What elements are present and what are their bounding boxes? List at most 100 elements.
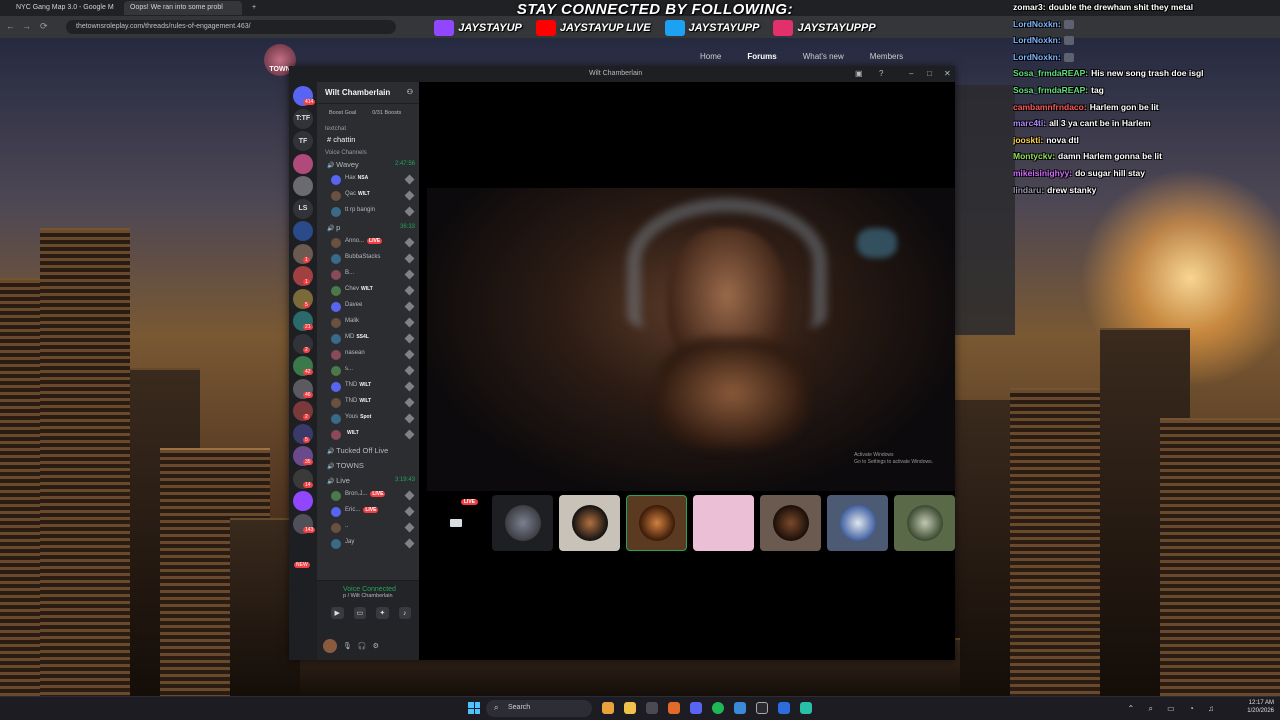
- voice-user[interactable]: nasean: [317, 347, 419, 363]
- app-icon[interactable]: [668, 702, 680, 714]
- address-bar[interactable]: thetownsroleplay.com/threads/rules-of-en…: [66, 20, 396, 34]
- server-icon[interactable]: [293, 491, 313, 511]
- add-member-icon[interactable]: ⚇: [407, 88, 413, 96]
- activities-icon[interactable]: ✦: [376, 607, 389, 619]
- chat-username[interactable]: mikeisinighyy:: [1013, 168, 1072, 178]
- chat-username[interactable]: Montyckv:: [1013, 151, 1055, 161]
- voice-user[interactable]: MD SS4L: [317, 331, 419, 347]
- clock[interactable]: 12:17 AM 1/20/2026: [1247, 699, 1274, 716]
- obs-icon[interactable]: [756, 702, 768, 714]
- voice-channel[interactable]: 🔊 p 36:33: [317, 220, 419, 235]
- server-icon[interactable]: [293, 176, 313, 196]
- voice-channel[interactable]: 🔊 TOWNS: [317, 458, 419, 473]
- voice-user[interactable]: tt rp bangin: [317, 204, 419, 220]
- participant-tile[interactable]: [559, 495, 620, 551]
- new-tab-button[interactable]: +: [246, 1, 258, 15]
- soundboard-icon[interactable]: ♪: [398, 607, 411, 619]
- voice-user[interactable]: Yous Spot: [317, 411, 419, 427]
- chat-username[interactable]: lindaru:: [1013, 185, 1044, 195]
- chat-username[interactable]: jooskti:: [1013, 135, 1043, 145]
- start-button[interactable]: [468, 702, 480, 714]
- voice-user[interactable]: B...: [317, 267, 419, 283]
- photos-icon[interactable]: [734, 702, 746, 714]
- unread-badge: 2: [303, 346, 310, 353]
- stream-video[interactable]: Activate Windows Go to Settings to activ…: [427, 188, 955, 491]
- server-icon[interactable]: LS: [293, 198, 313, 219]
- server-icon[interactable]: [293, 153, 313, 174]
- browser-tab-active[interactable]: Oops! We ran into some probl: [124, 1, 242, 15]
- voice-status[interactable]: Voice Connected: [317, 581, 419, 593]
- chat-username[interactable]: Sosa_frmdaREAP:: [1013, 68, 1088, 78]
- voice-user[interactable]: TND WILT: [317, 379, 419, 395]
- app-icon[interactable]: [800, 702, 812, 714]
- voice-channel[interactable]: 🔊 Wavey 2:47:56: [317, 157, 419, 172]
- participant-tile-screen[interactable]: LIVE: [425, 495, 486, 551]
- voice-channel[interactable]: 🔊 Live 3:19:43: [317, 473, 419, 488]
- server-icon[interactable]: T:TF: [293, 108, 313, 129]
- spotify-icon[interactable]: [712, 702, 724, 714]
- text-channel-chattin[interactable]: # chattin: [317, 133, 419, 146]
- chat-username[interactable]: LordNoxkn:: [1013, 35, 1061, 45]
- voice-user[interactable]: Eric... LIVE: [317, 504, 419, 520]
- voice-user[interactable]: s...: [317, 363, 419, 379]
- category-voice[interactable]: Voice Channels: [317, 146, 419, 157]
- voice-channel[interactable]: 🔊 Tucked Off Live: [317, 443, 419, 458]
- camera-icon[interactable]: ▶: [331, 607, 344, 619]
- status-icon: [404, 413, 415, 424]
- discord-icon[interactable]: [690, 702, 702, 714]
- voice-user[interactable]: Malik: [317, 315, 419, 331]
- boost-progress[interactable]: Boost Goal 0/31 Boosts: [317, 104, 419, 122]
- back-icon[interactable]: ←: [6, 21, 15, 31]
- minimize-icon[interactable]: –: [909, 69, 913, 78]
- participant-tile[interactable]: [894, 495, 955, 551]
- voice-user[interactable]: Bron.J... LIVE: [317, 488, 419, 504]
- voice-user[interactable]: Chev WILT: [317, 283, 419, 299]
- voice-user[interactable]: BubbaStacks: [317, 251, 419, 267]
- server-icon[interactable]: TF: [293, 131, 313, 151]
- participant-tile-speaking[interactable]: [626, 495, 687, 551]
- server-icon[interactable]: [293, 221, 313, 241]
- participant-tile[interactable]: [760, 495, 821, 551]
- chat-text: His new song trash doe isgl: [1091, 68, 1204, 79]
- system-tray[interactable]: ⌃ ⌕ ▭ ◔ ♫: [1128, 704, 1220, 714]
- chat-username[interactable]: LordNoxkn:: [1013, 52, 1061, 62]
- voice-user[interactable]: Anno... LIVE: [317, 235, 419, 251]
- participant-tile[interactable]: [693, 495, 754, 551]
- chrome-icon[interactable]: [602, 702, 614, 714]
- file-explorer-icon[interactable]: [624, 702, 636, 714]
- chat-username[interactable]: zomar3:: [1013, 2, 1046, 12]
- taskbar-search[interactable]: ⌕ Search: [486, 700, 592, 717]
- reload-icon[interactable]: ⟳: [40, 21, 48, 32]
- voice-user[interactable]: ..: [317, 520, 419, 536]
- voice-user[interactable]: Hax NSA: [317, 172, 419, 188]
- forward-icon[interactable]: →: [22, 21, 31, 31]
- chat-username[interactable]: cambamnfrndaco:: [1013, 102, 1087, 112]
- category-textchat[interactable]: textchat: [317, 122, 419, 133]
- terminal-icon[interactable]: [646, 702, 658, 714]
- browser-tab[interactable]: NYC Gang Map 3.0 - Google M: [10, 1, 120, 15]
- maximize-icon[interactable]: □: [927, 69, 932, 78]
- discord-window: Wilt Chamberlain ▣ ? – □ ✕ 414 T:TF TF LS 1 1…: [289, 66, 955, 660]
- social-handle-text: JAYSTAYUPPP: [797, 22, 876, 34]
- voice-user-name: Qac: [345, 191, 357, 197]
- voice-user[interactable]: Davee: [317, 299, 419, 315]
- voice-user[interactable]: TND WILT: [317, 395, 419, 411]
- chat-username[interactable]: Sosa_frmdaREAP:: [1013, 85, 1088, 95]
- participant-tile[interactable]: [492, 495, 553, 551]
- headphones-icon[interactable]: 🎧: [358, 642, 367, 650]
- voice-user[interactable]: WILT: [317, 427, 419, 443]
- settings-gear-icon[interactable]: ⚙: [373, 642, 379, 650]
- voice-user[interactable]: Qac WILT: [317, 188, 419, 204]
- server-header[interactable]: Wilt Chamberlain ⚇: [317, 82, 419, 104]
- inbox-icon[interactable]: ▣: [855, 69, 863, 78]
- screen-share-icon[interactable]: ▭: [353, 607, 366, 619]
- avatar[interactable]: [323, 639, 337, 653]
- close-icon[interactable]: ✕: [944, 69, 951, 78]
- voice-user[interactable]: Jay: [317, 536, 419, 552]
- participant-tile[interactable]: [827, 495, 888, 551]
- chat-username[interactable]: LordNoxkn:: [1013, 19, 1061, 29]
- chat-username[interactable]: marc4ti:: [1013, 118, 1046, 128]
- help-icon[interactable]: ?: [879, 69, 883, 78]
- app-icon[interactable]: [778, 702, 790, 714]
- mic-icon[interactable]: 🎙: [343, 642, 352, 650]
